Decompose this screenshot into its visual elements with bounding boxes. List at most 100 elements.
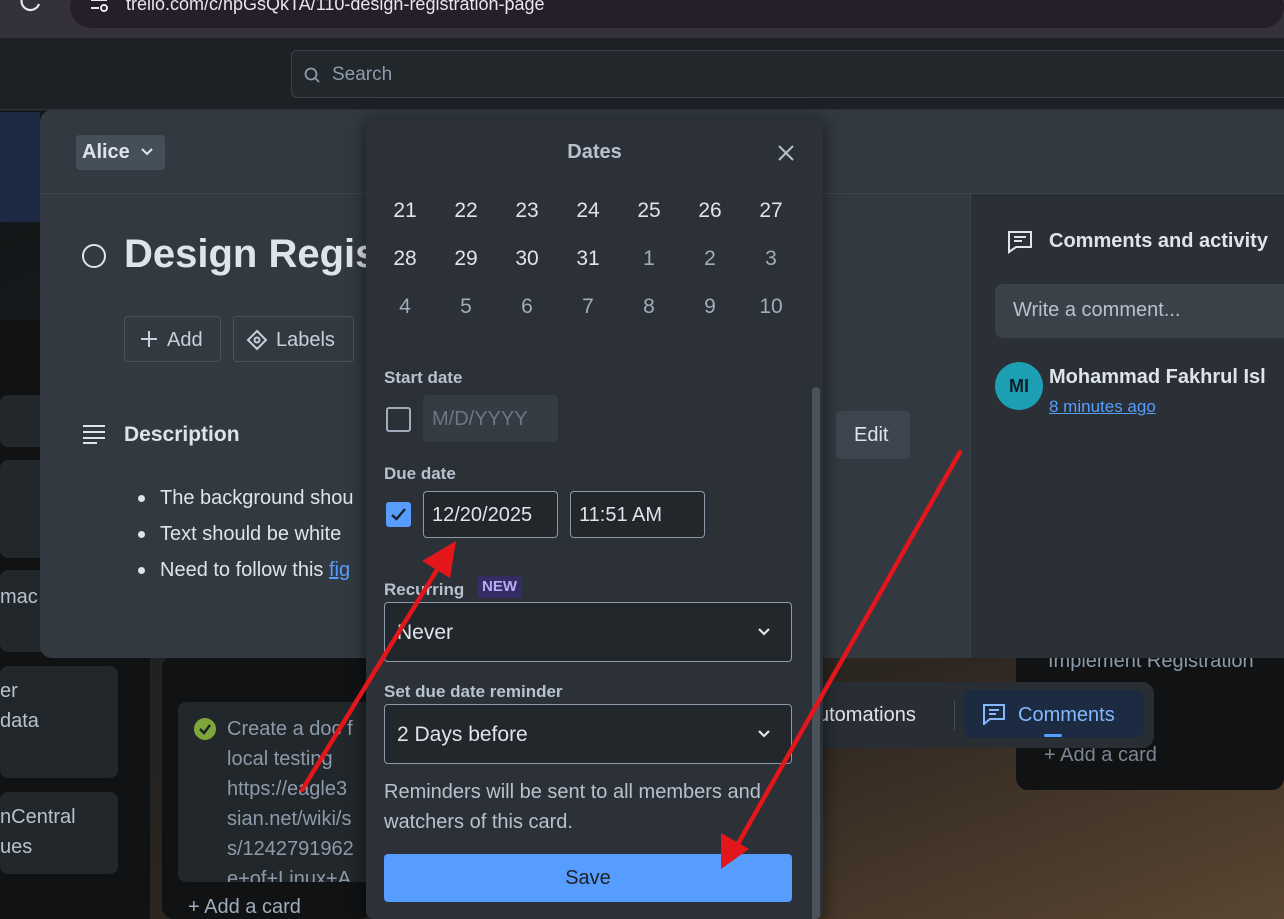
comment-placeholder: Write a comment... [1013, 299, 1181, 321]
labels-button[interactable]: Labels [233, 316, 354, 362]
save-button[interactable]: Save [384, 854, 792, 902]
activity-heading: Comments and activity [1049, 230, 1268, 252]
list-card-text: nCentral [0, 806, 76, 828]
due-date-input[interactable]: 12/20/2025 [423, 491, 558, 538]
calendar-day[interactable]: 23 [497, 199, 557, 223]
plus-icon [141, 331, 157, 347]
activity-timestamp[interactable]: 8 minutes ago [1049, 397, 1156, 417]
recurring-label: Recurring [384, 580, 465, 599]
description-item: Need to follow this fig [136, 552, 353, 588]
calendar-day[interactable]: 22 [436, 199, 496, 223]
list-card[interactable]: nCentral ues [0, 792, 118, 874]
automations-button[interactable]: utomations [818, 704, 916, 727]
description-text: Text should be white [160, 523, 342, 545]
reminder-select[interactable]: 2 Days before [384, 704, 792, 764]
reminder-hint: Reminders will be sent to all members an… [384, 781, 761, 833]
card-complete-toggle[interactable] [82, 244, 106, 268]
calendar-day[interactable]: 27 [741, 199, 801, 223]
list-name: Alice [82, 141, 130, 163]
active-indicator [1044, 734, 1062, 737]
calendar-day[interactable]: 6 [497, 295, 557, 319]
calendar-day[interactable]: 24 [558, 199, 618, 223]
due-date-value: 12/20/2025 [432, 504, 533, 526]
app-header: Search [0, 38, 1284, 110]
figma-link[interactable]: fig [329, 559, 350, 581]
start-date-checkbox[interactable] [386, 407, 411, 432]
comment-input[interactable]: Write a comment... [995, 284, 1284, 338]
search-input[interactable]: Search [291, 50, 1284, 98]
list-card-text: Create a doc f local testing https://eag… [227, 718, 354, 882]
comments-button[interactable]: Comments [964, 690, 1144, 738]
avatar[interactable]: MI [995, 362, 1043, 410]
start-date-label: Start date [384, 368, 463, 387]
recurring-value: Never [397, 621, 454, 644]
site-settings-icon[interactable] [88, 0, 110, 16]
due-date-label: Due date [384, 464, 456, 483]
comment-icon [983, 704, 1005, 725]
list-selector-button[interactable]: Alice [76, 135, 165, 170]
edit-label: Edit [854, 424, 889, 446]
list-card-text: er [0, 680, 18, 702]
calendar-day[interactable]: 28 [375, 247, 435, 271]
due-time-input[interactable]: 11:51 AM [570, 491, 705, 538]
edit-description-button[interactable]: Edit [836, 411, 910, 459]
add-card-button[interactable]: + Add a card [188, 896, 301, 919]
calendar-day[interactable]: 30 [497, 247, 557, 271]
search-icon [304, 67, 320, 83]
chevron-down-icon [141, 148, 153, 156]
new-badge: NEW [477, 576, 522, 598]
add-label: Add [167, 329, 203, 351]
list-card-text: mac [0, 586, 38, 608]
reminder-value: 2 Days before [397, 723, 528, 746]
list-card[interactable]: er data [0, 666, 118, 778]
due-time-value: 11:51 AM [579, 504, 663, 526]
recurring-select[interactable]: Never [384, 602, 792, 662]
activity-author: Mohammad Fakhrul Isl [1049, 366, 1266, 388]
calendar-day[interactable]: 8 [619, 295, 679, 319]
reminder-label: Set due date reminder [384, 682, 563, 701]
calendar-day[interactable]: 4 [375, 295, 435, 319]
chevron-down-icon [758, 628, 770, 636]
calendar-day[interactable]: 31 [558, 247, 618, 271]
chevron-down-icon [758, 730, 770, 738]
calendar-day[interactable]: 5 [436, 295, 496, 319]
description-text: The background shou [160, 487, 354, 509]
close-icon[interactable] [776, 143, 796, 163]
list-card[interactable]: Create a doc f local testing https://eag… [178, 702, 374, 882]
description-text: Need to follow this [160, 559, 329, 581]
checkmark-icon [391, 508, 406, 521]
popover-scrollbar[interactable] [812, 187, 820, 919]
description-heading: Description [124, 423, 240, 446]
description-icon [83, 425, 105, 444]
start-date-input[interactable]: M/D/YYYY [423, 395, 558, 442]
calendar-day[interactable]: 3 [741, 247, 801, 271]
due-date-checkbox[interactable] [386, 502, 411, 527]
calendar-day[interactable]: 10 [741, 295, 801, 319]
scrollbar-thumb[interactable] [812, 387, 820, 919]
list-card-text: data [0, 710, 39, 732]
calendar-day[interactable]: 2 [680, 247, 740, 271]
calendar-day[interactable]: 26 [680, 199, 740, 223]
calendar-day[interactable]: 25 [619, 199, 679, 223]
url-text[interactable]: trello.com/c/hpGsQkTA/110-design-registr… [126, 0, 545, 15]
add-button[interactable]: Add [124, 316, 221, 362]
toolbar-divider [954, 700, 955, 730]
comment-icon [1008, 231, 1032, 254]
calendar-day[interactable]: 9 [680, 295, 740, 319]
start-date-placeholder: M/D/YYYY [432, 408, 528, 430]
calendar-day[interactable]: 1 [619, 247, 679, 271]
calendar-day[interactable]: 7 [558, 295, 618, 319]
browser-toolbar: trello.com/c/hpGsQkTA/110-design-registr… [0, 0, 1284, 38]
calendar-day[interactable]: 21 [375, 199, 435, 223]
description-list: The background shou Text should be white… [136, 480, 353, 588]
popover-title: Dates [567, 141, 622, 163]
description-item: The background shou [136, 480, 353, 516]
search-placeholder: Search [332, 64, 393, 85]
card-title[interactable]: Design Regis [124, 232, 377, 277]
activity-panel: Comments and activity Write a comment...… [970, 194, 1284, 658]
complete-check-icon[interactable] [194, 718, 216, 740]
calendar-day[interactable]: 29 [436, 247, 496, 271]
list-card-text: ues [0, 836, 33, 858]
board-banner [0, 112, 40, 222]
reload-icon[interactable] [20, 0, 42, 14]
